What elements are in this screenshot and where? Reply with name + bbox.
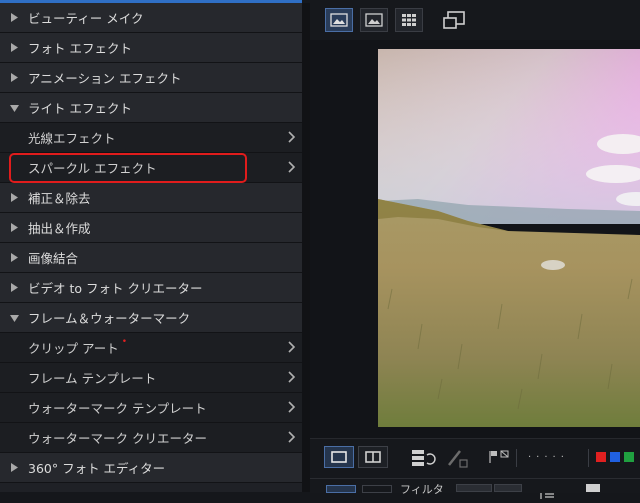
flag-icon[interactable] (488, 449, 512, 469)
expand-arrow-icon (0, 193, 28, 202)
highlight-box (9, 153, 247, 183)
rating-dots[interactable]: ····· (528, 452, 569, 463)
category-label: 補正＆除去 (28, 191, 91, 206)
subitem-ray-effect[interactable]: 光線エフェクト (0, 123, 302, 153)
edit-pen-icon[interactable] (446, 447, 470, 473)
category-beauty-makeup[interactable]: ビューティー メイク (0, 3, 302, 33)
chevron-right-icon (288, 371, 296, 383)
split-view-icon (365, 451, 381, 463)
red-color-flag[interactable] (596, 452, 606, 462)
subitem-clip-art[interactable]: クリップ アート • (0, 333, 302, 363)
chevron-right-icon (288, 341, 296, 353)
subitem-frame-template[interactable]: フレーム テンプレート (0, 363, 302, 393)
preview-panel: ····· フィルタ (310, 0, 640, 499)
edit-toolbar: ····· (310, 438, 640, 479)
new-badge-dot: • (121, 336, 128, 347)
expand-arrow-icon (0, 253, 28, 262)
category-360-photo-editor[interactable]: 360° フォト エディター (0, 453, 302, 483)
chevron-right-icon (288, 131, 296, 143)
expand-arrow-icon (0, 43, 28, 52)
category-correction-removal[interactable]: 補正＆除去 (0, 183, 302, 213)
collapse-arrow-icon (0, 104, 28, 112)
subitem-watermark-template[interactable]: ウォーターマーク テンプレート (0, 393, 302, 423)
chevron-right-icon (288, 401, 296, 413)
view-mode-compare-button[interactable] (360, 8, 388, 32)
single-view-button[interactable] (324, 446, 354, 468)
subitem-label: 光線エフェクト (28, 131, 116, 146)
sort-icon[interactable] (538, 484, 564, 499)
chevron-right-icon (288, 161, 296, 173)
effects-menu-panel: ビューティー メイク フォト エフェクト アニメーション エフェクト ライト エ… (0, 3, 302, 492)
category-label: 画像結合 (28, 251, 79, 266)
blue-color-flag[interactable] (610, 452, 620, 462)
single-view-icon (331, 451, 347, 463)
category-animation-effect[interactable]: アニメーション エフェクト (0, 63, 302, 93)
expand-arrow-icon (0, 283, 28, 292)
category-photo-effect[interactable]: フォト エフェクト (0, 33, 302, 63)
subitem-label: クリップ アート (28, 341, 119, 356)
view-mode-grid-button[interactable] (395, 8, 423, 32)
expand-arrow-icon (0, 463, 28, 472)
filter-label: フィルタ (400, 483, 444, 496)
filter-dropdown-secondary[interactable] (494, 484, 522, 492)
category-label: アニメーション エフェクト (28, 71, 182, 86)
subitem-label: ウォーターマーク クリエーター (28, 431, 207, 446)
expand-arrow-icon (0, 223, 28, 232)
toolbar-divider (516, 449, 517, 467)
category-image-merge[interactable]: 画像結合 (0, 243, 302, 273)
expand-arrow-icon (0, 73, 28, 82)
collapse-arrow-icon (0, 314, 28, 322)
category-label: ビューティー メイク (28, 11, 144, 26)
category-extract-create[interactable]: 抽出＆作成 (0, 213, 302, 243)
image-view-icon (330, 13, 348, 27)
subitem-sparkle-effect[interactable]: スパークル エフェクト (0, 153, 302, 183)
subitem-watermark-creator[interactable]: ウォーターマーク クリエーター (0, 423, 302, 453)
view-mode-single-button[interactable] (325, 8, 353, 32)
window-mode-icon[interactable] (442, 9, 466, 35)
toolbar-divider (588, 449, 589, 467)
category-label: ビデオ to フォト クリエーター (28, 281, 203, 296)
subitem-label: ウォーターマーク テンプレート (28, 401, 207, 416)
grid-icon (402, 14, 416, 26)
chevron-right-icon (288, 431, 296, 443)
preview-photo (378, 49, 640, 427)
category-label: フレーム＆ウォーターマーク (28, 311, 191, 326)
category-label: 360° フォト エディター (28, 461, 166, 476)
subitem-label: フレーム テンプレート (28, 371, 157, 386)
expand-arrow-icon (0, 13, 28, 22)
image-icon (365, 13, 383, 27)
view-toolbar (310, 0, 640, 40)
category-label: ライト エフェクト (28, 101, 132, 116)
category-frame-watermark[interactable]: フレーム＆ウォーターマーク (0, 303, 302, 333)
filter-dropdown[interactable] (456, 484, 492, 492)
category-label: 抽出＆作成 (28, 221, 91, 236)
category-video-to-photo[interactable]: ビデオ to フォト クリエーター (0, 273, 302, 303)
export-icon[interactable] (586, 484, 600, 492)
green-color-flag[interactable] (624, 452, 634, 462)
rotate-icon[interactable] (410, 447, 436, 473)
category-light-effect[interactable]: ライト エフェクト (0, 93, 302, 123)
category-label: フォト エフェクト (28, 41, 132, 56)
panel-scrollbar[interactable] (302, 3, 310, 492)
split-view-button[interactable] (358, 446, 388, 468)
